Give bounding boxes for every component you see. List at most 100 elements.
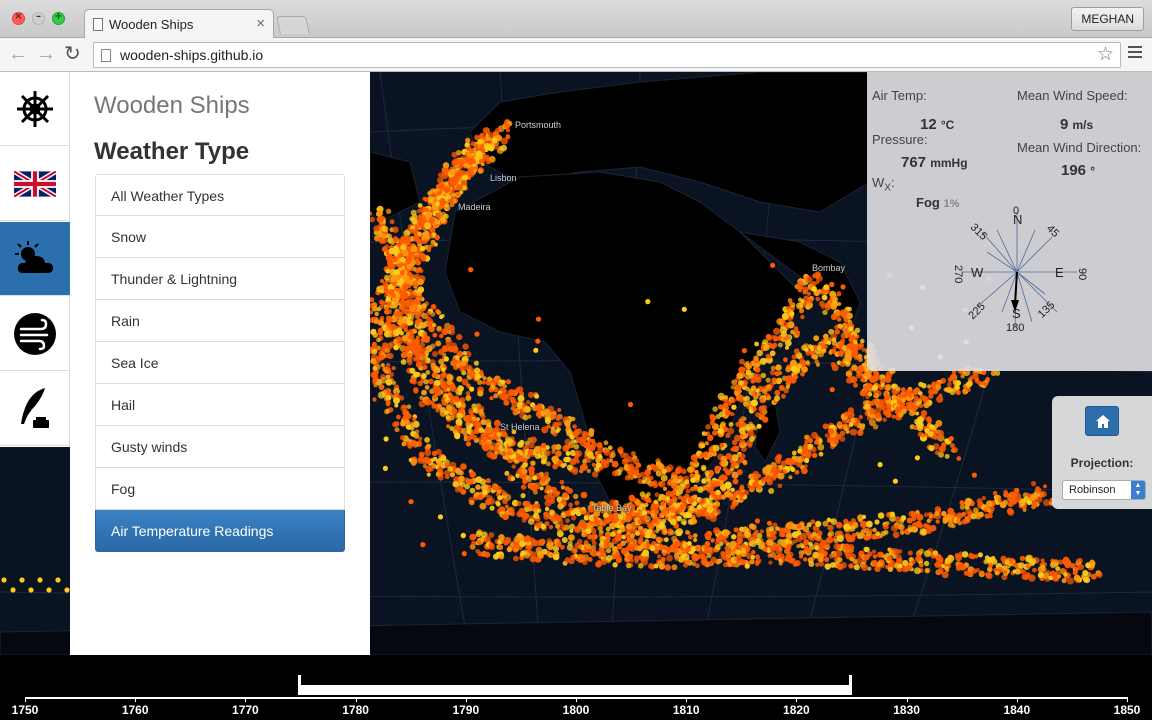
observation-info-box: Air Temp: 12 °C Pressure: 767 mmHg WX: F… [867, 72, 1152, 371]
air-temp-label: Air Temp: [872, 88, 927, 103]
projection-select[interactable]: Robinson ▲ ▼ [1062, 480, 1146, 500]
year-label: 1770 [232, 703, 259, 717]
compass-deg-270: 270 [952, 265, 964, 283]
pressure-number: 767 [901, 154, 927, 171]
map-label-lisbon: Lisbon [490, 173, 517, 183]
weather-icon [15, 240, 53, 273]
weather-item-air-temperature[interactable]: Air Temperature Readings [95, 510, 345, 552]
wind-direction-unit: ° [1090, 164, 1096, 178]
year-label: 1750 [11, 703, 39, 717]
rail-wind[interactable] [0, 297, 70, 371]
browser-titlebar: × – + Wooden Ships × MEGHAN [0, 0, 1152, 39]
wind-rose-compass: N 0 45 E 90 135 S 180 225 W 270 315 [952, 205, 1088, 334]
page-icon [93, 18, 103, 31]
map-label-bombay: Bombay [812, 263, 846, 273]
air-temp-value: 12 °C [920, 116, 954, 133]
air-temp-unit: °C [940, 118, 955, 132]
weather-item-fog[interactable]: Fog [95, 468, 345, 510]
map-controls: Projection: Robinson ▲ ▼ [1052, 396, 1152, 509]
wind-direction-number: 196 [1061, 162, 1087, 179]
timeline-brush-selection[interactable] [300, 685, 851, 695]
side-panel: Wooden Ships Weather Type All Weather Ty… [70, 72, 370, 655]
weather-item-thunder[interactable]: Thunder & Lightning [95, 258, 345, 300]
year-label: 1850 [1113, 703, 1141, 717]
weather-item-gusty-winds[interactable]: Gusty winds [95, 426, 345, 468]
compass-s: S [1012, 306, 1021, 321]
year-label: 1810 [672, 703, 700, 717]
tab-title: Wooden Ships [109, 17, 194, 32]
map-label-madeira: Madeira [458, 202, 491, 212]
home-button[interactable] [1085, 406, 1119, 436]
year-tick [686, 697, 688, 702]
hamburger-menu-icon[interactable] [1128, 46, 1142, 61]
forward-arrow-icon[interactable]: → [36, 43, 56, 65]
compass-deg-180: 180 [1006, 322, 1024, 334]
tab-close-icon[interactable]: × [256, 15, 265, 32]
year-label: 1790 [452, 703, 480, 717]
compass-deg-315: 315 [968, 221, 989, 242]
compass-deg-225: 225 [966, 301, 987, 322]
reload-icon[interactable]: ↻ [64, 43, 81, 65]
weather-item-all[interactable]: All Weather Types [95, 174, 345, 216]
year-tick [576, 697, 577, 702]
year-label: 1820 [783, 703, 810, 717]
window-minimize-button[interactable]: – [32, 11, 45, 25]
rail-logbook[interactable] [0, 372, 70, 446]
projection-value: Robinson [1069, 484, 1116, 496]
pressure-value: 767 mmHg [901, 154, 968, 171]
url-text[interactable]: wooden-ships.github.io [120, 47, 263, 63]
weather-type-list: All Weather Types Snow Thunder & Lightni… [95, 174, 345, 552]
compass-e: E [1055, 265, 1064, 280]
quill-icon [21, 387, 49, 428]
browser-toolbar: ← → ↻ wooden-ships.github.io ☆ [0, 38, 1152, 72]
year-tick [135, 697, 137, 702]
year-label: 1780 [342, 703, 369, 717]
wind-speed-number: 9 [1060, 116, 1069, 133]
weather-item-sea-ice[interactable]: Sea Ice [95, 342, 345, 384]
rail-nation[interactable] [0, 147, 70, 221]
year-timeline[interactable]: 1750 1760 1770 1780 1790 1800 1810 1820 1830 1840… [0, 655, 1152, 720]
compass-deg-0: 0 [1013, 205, 1019, 217]
compass-w: W [971, 265, 984, 280]
wind-speed-value: 9 m/s [1060, 116, 1093, 133]
wind-direction-label: Mean Wind Direction: [1017, 140, 1142, 155]
weather-item-hail[interactable]: Hail [95, 384, 345, 426]
weather-item-snow[interactable]: Snow [95, 216, 345, 258]
app-title: Wooden Ships [94, 92, 250, 119]
back-arrow-icon[interactable]: ← [8, 43, 28, 65]
air-temp-number: 12 [920, 116, 937, 133]
map-label-st-helena: St Helena [500, 422, 540, 432]
weather-item-rain[interactable]: Rain [95, 300, 345, 342]
year-tick [906, 697, 908, 702]
year-label: 1760 [121, 703, 149, 717]
rail-ship-wheel[interactable] [0, 72, 70, 146]
address-bar[interactable]: wooden-ships.github.io ☆ [93, 42, 1121, 68]
new-tab-button[interactable] [276, 16, 310, 34]
year-tick [355, 697, 357, 702]
wind-speed-label: Mean Wind Speed: [1017, 88, 1128, 103]
rail-weather[interactable] [0, 222, 70, 296]
window-close-button[interactable]: × [12, 11, 25, 25]
compass-deg-135: 135 [1036, 299, 1057, 320]
wx-label: WX: [872, 175, 895, 194]
bookmark-star-icon[interactable]: ☆ [1097, 43, 1114, 66]
section-title: Weather Type [94, 138, 250, 165]
profile-button[interactable]: MEGHAN [1071, 7, 1144, 31]
page-icon [101, 49, 111, 62]
year-label: 1840 [1003, 703, 1031, 717]
year-tick [465, 697, 467, 702]
wind-speed-unit: m/s [1072, 118, 1094, 132]
wx-letter: W [872, 175, 885, 190]
wx-subscript: X [884, 182, 891, 194]
pressure-unit: mmHg [930, 156, 968, 170]
year-tick [1016, 697, 1018, 702]
icon-rail [0, 72, 70, 447]
year-tick [1127, 697, 1128, 702]
browser-tab[interactable]: Wooden Ships × [84, 9, 274, 39]
pressure-label: Pressure: [872, 132, 928, 147]
window-maximize-button[interactable]: + [52, 11, 65, 25]
brush-handle-right[interactable] [849, 675, 852, 695]
union-jack-icon [14, 170, 56, 197]
projection-label: Projection: [1070, 456, 1134, 470]
wx-colon: : [890, 175, 895, 190]
